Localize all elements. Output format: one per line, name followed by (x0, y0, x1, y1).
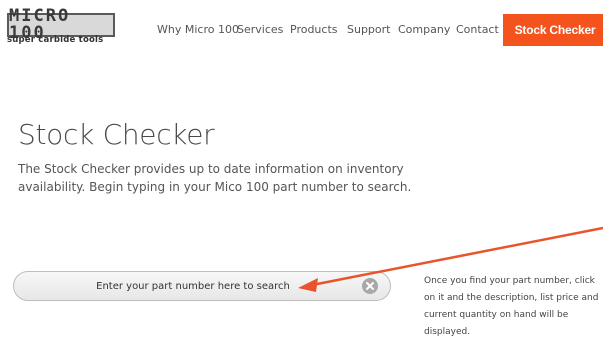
page-title: Stock Checker (18, 118, 215, 151)
close-icon[interactable] (362, 278, 378, 294)
nav-item-contact[interactable]: Contact (456, 23, 499, 36)
help-text: Once you find your part number, click on… (424, 276, 599, 337)
nav-item-why-micro-100[interactable]: Why Micro 100 (157, 23, 239, 36)
logo[interactable]: MICRO 100 super carbide tools (7, 8, 115, 47)
part-number-search-input[interactable] (14, 272, 354, 300)
intro-text: The Stock Checker provides up to date in… (18, 162, 412, 194)
stock-checker-button[interactable]: Stock Checker (503, 14, 603, 46)
nav-item-company[interactable]: Company (398, 23, 450, 36)
nav-item-services[interactable]: Services (237, 23, 283, 36)
search-box (13, 271, 391, 301)
logo-tagline: super carbide tools (7, 35, 104, 45)
logo-box: MICRO 100 (7, 8, 115, 42)
site-header: MICRO 100 super carbide tools Why Micro … (0, 0, 603, 60)
nav-item-products[interactable]: Products (290, 23, 338, 36)
nav-item-support[interactable]: Support (347, 23, 390, 36)
